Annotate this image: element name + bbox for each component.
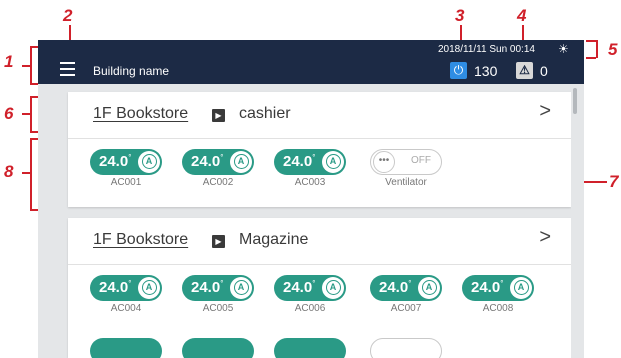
chevron-right-icon[interactable]: > — [539, 226, 551, 249]
callout-5-bracket-vert — [596, 40, 598, 58]
zone-name: cashier — [239, 105, 291, 122]
callout-3: 3 — [455, 6, 465, 25]
ac-toggle[interactable]: 24.0° A — [90, 275, 162, 301]
scrollbar[interactable] — [571, 84, 579, 358]
callout-1: 1 — [4, 52, 14, 71]
building-name[interactable]: Building name — [93, 64, 169, 78]
callout-8-bracket-vert — [30, 138, 32, 210]
ac-toggle[interactable]: 24.0° A — [274, 275, 346, 301]
setpoint-temp: 24.0° — [99, 279, 132, 296]
more-dots-icon: ••• — [373, 151, 395, 173]
callout-6: 6 — [4, 104, 14, 123]
setpoint-temp: 24.0° — [379, 279, 412, 296]
ac-toggle[interactable]: 24.0° A — [462, 275, 534, 301]
callout-1-bracket-bot — [30, 83, 38, 85]
callout-6-bracket-vert — [30, 96, 32, 132]
off-label: OFF — [411, 155, 431, 166]
callout-5-bracket-top — [586, 40, 596, 42]
play-arrow-icon: ▶ — [212, 109, 225, 122]
zone-card: 1F Bookstore ▶ cashier > 24.0° A AC001 2… — [68, 92, 571, 207]
auto-mode-icon: A — [322, 151, 344, 173]
callout-4: 4 — [517, 6, 527, 25]
ventilator-toggle[interactable]: ••• OFF — [370, 149, 442, 175]
auto-mode-icon: A — [138, 151, 160, 173]
callout-8-tick — [22, 172, 30, 174]
auto-mode-icon: A — [418, 277, 440, 299]
callout-1-bracket-vert — [30, 46, 32, 84]
callout-2: 2 — [63, 6, 73, 25]
unit-name: AC004 — [110, 303, 142, 314]
ac-toggle[interactable]: 24.0° A — [274, 149, 346, 175]
unit-name: Ventilator — [385, 177, 427, 188]
ac-toggle[interactable]: 24.0° A — [90, 149, 162, 175]
zone-name: Magazine — [239, 231, 309, 248]
callout-5-bracket-bot — [586, 57, 596, 59]
callout-6-tick — [22, 113, 30, 115]
unit-name: AC006 — [294, 303, 326, 314]
setpoint-temp: 24.0° — [191, 153, 224, 170]
unit-name: AC001 — [110, 177, 142, 188]
power-icon[interactable]: ⏻ — [450, 62, 467, 79]
divider — [68, 264, 571, 265]
zone-card: 1F Bookstore ▶ Magazine > 24.0° A AC004 … — [68, 218, 571, 358]
unit-name: AC007 — [390, 303, 422, 314]
auto-mode-icon: A — [230, 151, 252, 173]
play-arrow-icon: ▶ — [212, 235, 225, 248]
device-screen: Building name 2018/11/11 Sun 00:14 ☀ ⏻ 1… — [38, 40, 584, 358]
ac-toggle[interactable]: 24.0° A — [370, 275, 442, 301]
setpoint-temp: 24.0° — [99, 153, 132, 170]
floor-name[interactable]: 1F Bookstore — [93, 231, 188, 249]
unit-name: AC002 — [202, 177, 234, 188]
divider — [68, 138, 571, 139]
unit-name: AC003 — [294, 177, 326, 188]
unit-name: AC005 — [202, 303, 234, 314]
callout-1-tick — [22, 65, 30, 67]
warning-triangle-icon[interactable]: ⚠ — [516, 62, 533, 79]
chevron-right-icon[interactable]: > — [539, 100, 551, 123]
unit-name: AC008 — [482, 303, 514, 314]
auto-mode-icon: A — [322, 277, 344, 299]
power-on-count: 130 — [474, 63, 498, 79]
warning-count: 0 — [540, 63, 548, 79]
date-time: 2018/11/11 Sun 00:14 — [438, 44, 535, 55]
auto-mode-icon: A — [230, 277, 252, 299]
top-status-bar: Building name 2018/11/11 Sun 00:14 ☀ ⏻ 1… — [38, 40, 584, 84]
auto-mode-icon: A — [510, 277, 532, 299]
callout-6-bracket-bot — [30, 131, 38, 133]
ac-toggle-partial[interactable] — [90, 338, 162, 358]
sun-icon: ☀ — [558, 42, 569, 56]
ac-toggle-partial[interactable] — [274, 338, 346, 358]
setpoint-temp: 24.0° — [191, 279, 224, 296]
ac-toggle[interactable]: 24.0° A — [182, 275, 254, 301]
setpoint-temp: 24.0° — [471, 279, 504, 296]
callout-7: 7 — [609, 172, 619, 191]
setpoint-temp: 24.0° — [283, 153, 316, 170]
hamburger-menu-icon[interactable] — [60, 62, 75, 76]
floor-name[interactable]: 1F Bookstore — [93, 105, 188, 123]
callout-5: 5 — [608, 40, 618, 59]
setpoint-temp: 24.0° — [283, 279, 316, 296]
toggle-partial[interactable] — [370, 338, 442, 358]
ac-toggle[interactable]: 24.0° A — [182, 149, 254, 175]
callout-8-bracket-bot — [30, 209, 38, 211]
ac-toggle-partial[interactable] — [182, 338, 254, 358]
scrollbar-thumb[interactable] — [573, 88, 577, 114]
auto-mode-icon: A — [138, 277, 160, 299]
callout-8: 8 — [4, 162, 14, 181]
